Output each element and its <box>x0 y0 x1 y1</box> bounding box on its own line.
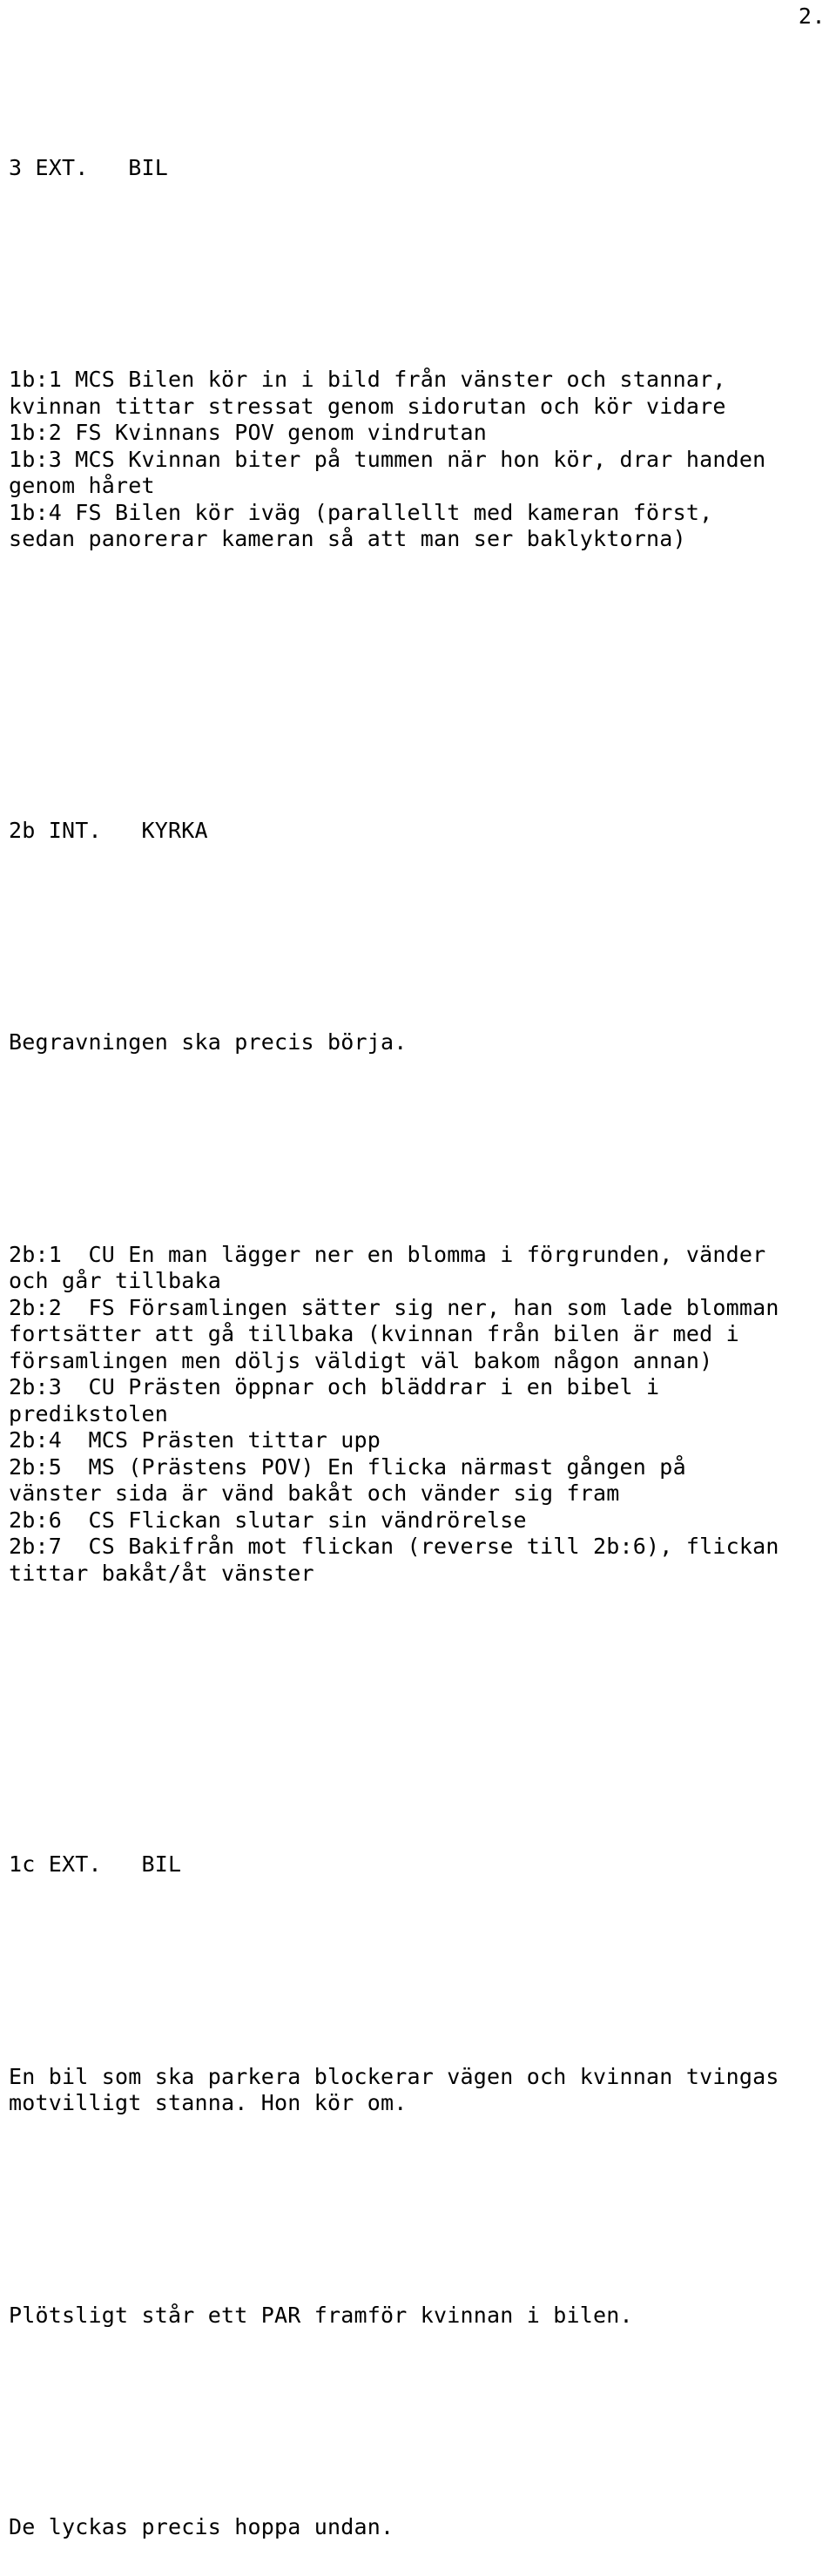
scene-heading-3-ext-bil: 3 EXT. BIL <box>9 154 169 180</box>
script-body: 3 EXT. BIL 1b:1 MCS Bilen kör in i bild … <box>5 75 831 2576</box>
script-page: 2. 3 EXT. BIL 1b:1 MCS Bilen kör in i bi… <box>0 0 836 2576</box>
scene-3-action-3: De lyckas precis hoppa undan. <box>9 2514 394 2539</box>
scene-2-action: Begravningen ska precis börja. <box>9 1029 408 1055</box>
scene-3-action-1: En bil som ska parkera blockerar vägen o… <box>9 2063 779 2116</box>
page-number: 2. <box>798 3 826 29</box>
scene-heading-2b-int-kyrka: 2b INT. KYRKA <box>9 817 208 843</box>
scene-2-shot-list: 2b:1 CU En man lägger ner en blomma i fö… <box>9 1241 779 1586</box>
top-spacer <box>5 30 831 75</box>
scene-1-shot-list: 1b:1 MCS Bilen kör in i bild från vänste… <box>9 367 766 551</box>
scene-3-action-2: Plötsligt står ett PAR framför kvinnan i… <box>9 2302 633 2328</box>
scene-heading-1c-ext-bil: 1c EXT. BIL <box>9 1851 182 1877</box>
